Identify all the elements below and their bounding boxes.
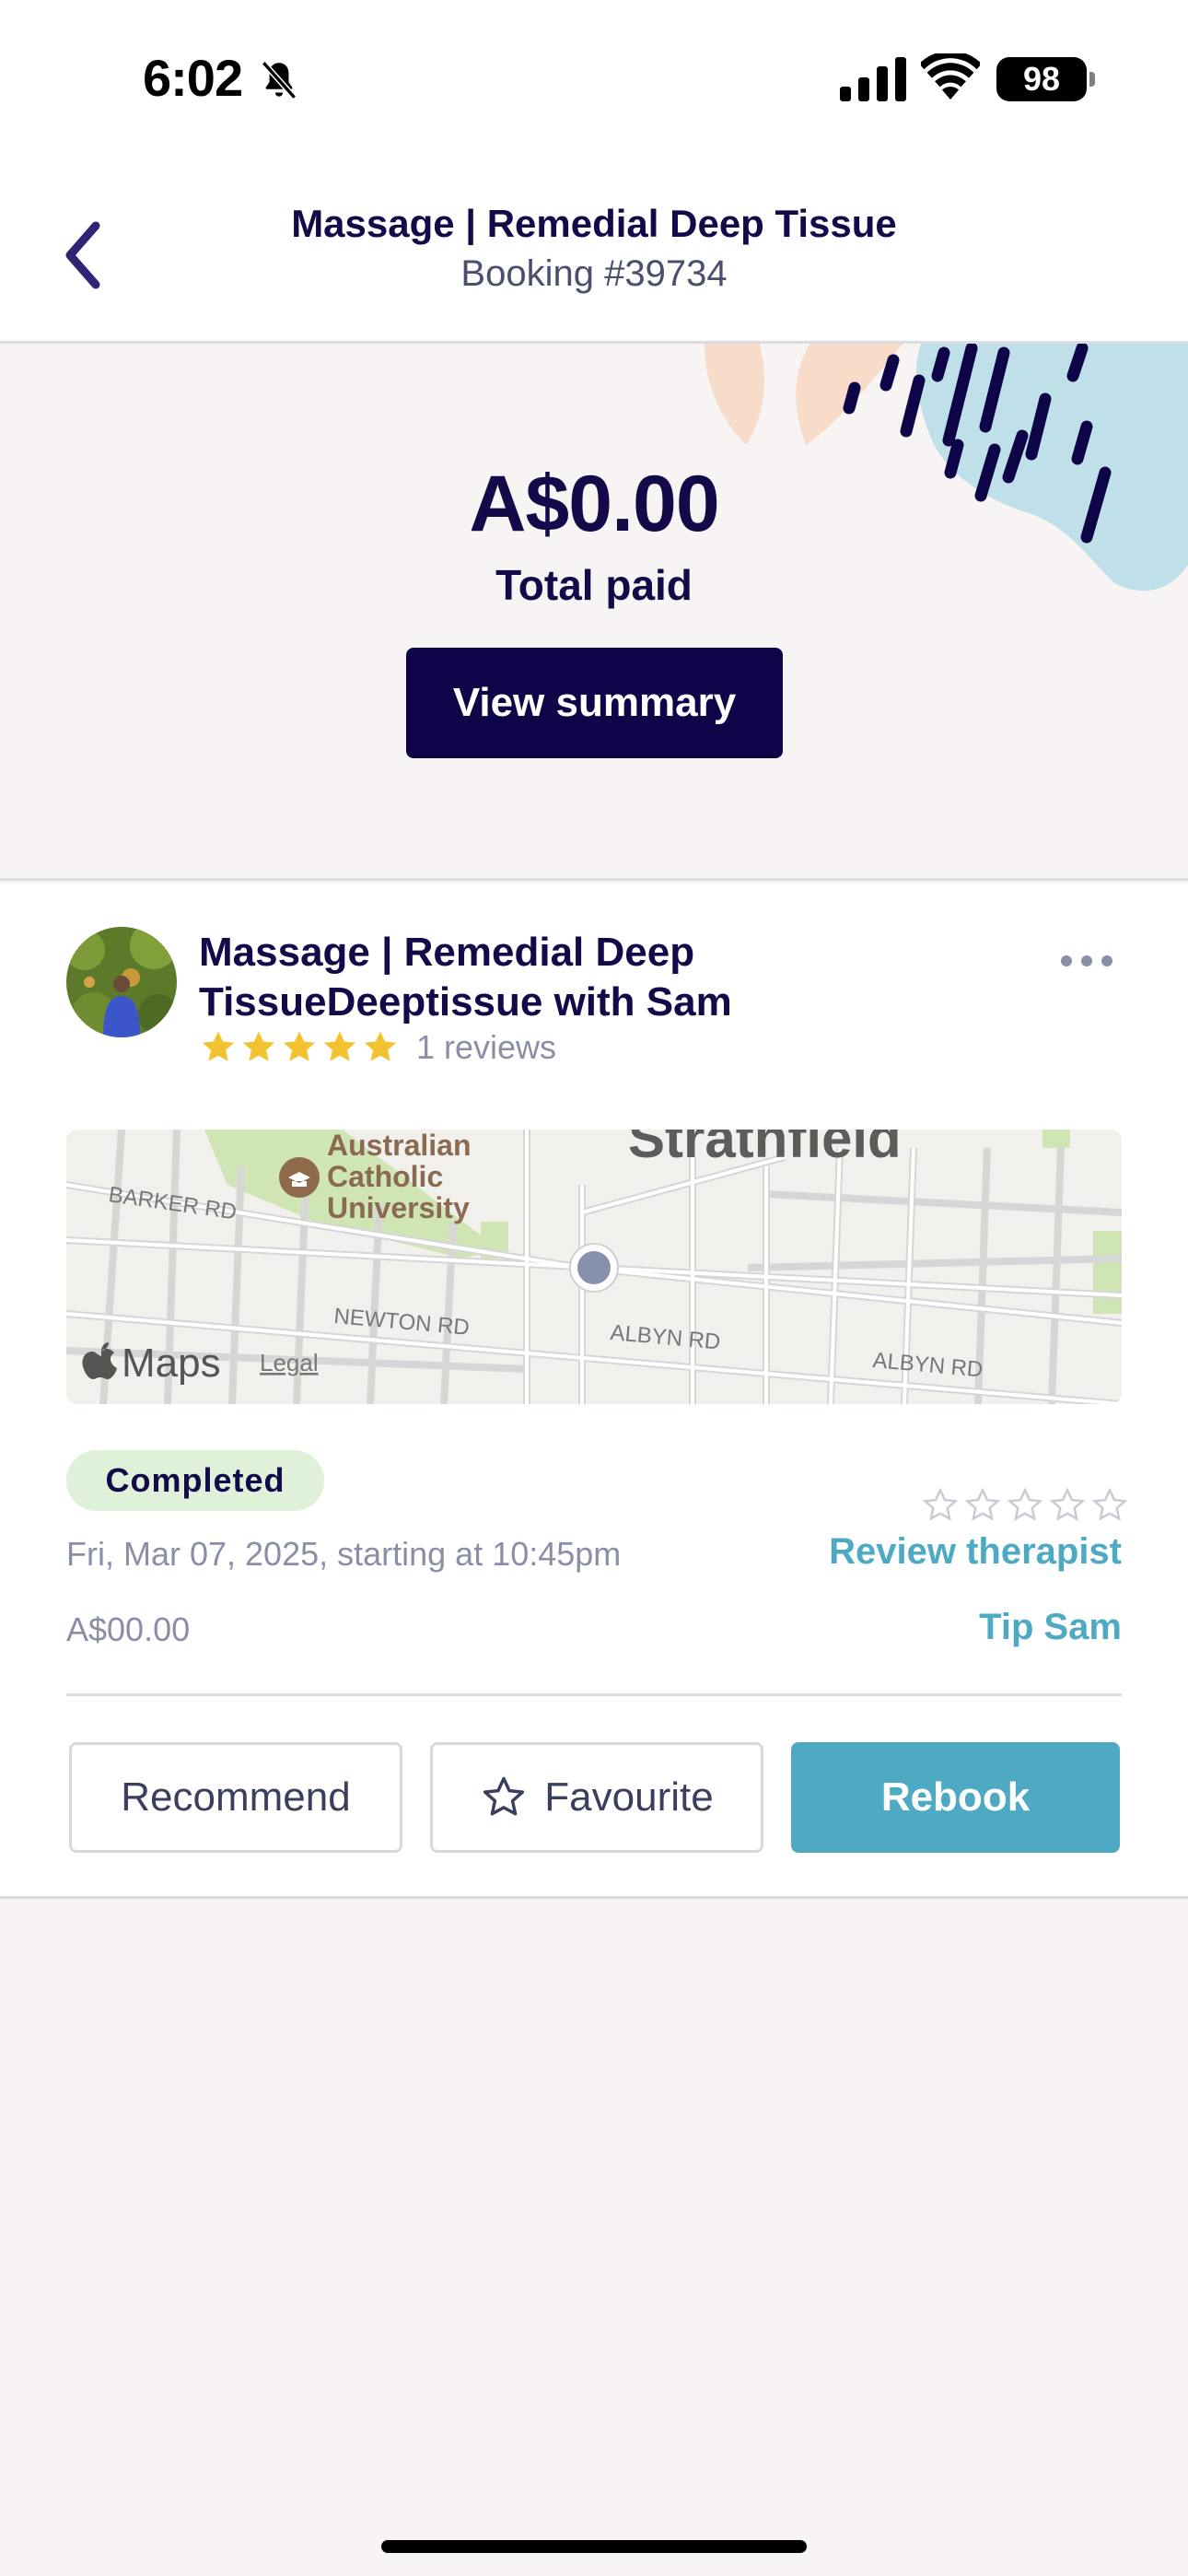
recommend-button[interactable]: Recommend bbox=[69, 1742, 402, 1853]
star-outline-icon[interactable] bbox=[921, 1486, 960, 1525]
rating-stars bbox=[199, 1027, 400, 1068]
tip-therapist-link[interactable]: Tip Sam bbox=[979, 1607, 1122, 1648]
map-suburb-label: Strathfield bbox=[628, 1130, 902, 1169]
nav-header: Massage | Remedial Deep Tissue Booking #… bbox=[0, 161, 1188, 344]
status-badge: Completed bbox=[66, 1450, 324, 1511]
review-therapist-link[interactable]: Review therapist bbox=[829, 1531, 1122, 1573]
cellular-signal-icon bbox=[840, 57, 906, 101]
silent-bell-icon bbox=[261, 61, 297, 100]
star-filled-icon bbox=[202, 1031, 235, 1061]
page-title: Massage | Remedial Deep Tissue bbox=[291, 202, 897, 245]
favourite-label: Favourite bbox=[544, 1774, 714, 1820]
more-options-icon[interactable] bbox=[1057, 950, 1116, 972]
recommend-label: Recommend bbox=[121, 1774, 351, 1820]
star-filled-icon bbox=[323, 1031, 356, 1061]
divider bbox=[66, 1693, 1122, 1696]
battery-indicator: 98 bbox=[996, 57, 1095, 101]
star-outline-icon[interactable] bbox=[1090, 1486, 1129, 1525]
booking-datetime: Fri, Mar 07, 2025, starting at 10:45pm bbox=[66, 1535, 622, 1573]
map-poi-label: University bbox=[327, 1191, 470, 1224]
booking-card: Massage | Remedial Deep TissueDeeptissue… bbox=[0, 884, 1188, 1899]
star-outline-icon[interactable] bbox=[1006, 1486, 1044, 1525]
favourite-button[interactable]: Favourite bbox=[430, 1742, 763, 1853]
star-filled-icon bbox=[364, 1031, 397, 1061]
star-outline-icon[interactable] bbox=[1048, 1486, 1087, 1525]
location-map[interactable]: Australian Catholic University Strathfie… bbox=[66, 1130, 1122, 1404]
map-legal-link[interactable]: Legal bbox=[260, 1349, 319, 1376]
home-indicator[interactable] bbox=[381, 2540, 807, 2553]
service-title: Massage | Remedial Deep TissueDeeptissue… bbox=[199, 930, 732, 1025]
wifi-icon bbox=[921, 53, 980, 100]
status-time: 6:02 bbox=[143, 49, 243, 107]
star-filled-icon bbox=[283, 1031, 316, 1061]
star-outline-icon bbox=[483, 1776, 525, 1816]
review-rating-input[interactable] bbox=[921, 1486, 1129, 1525]
therapist-avatar[interactable] bbox=[66, 927, 177, 1037]
view-summary-button[interactable]: View summary bbox=[406, 648, 783, 758]
map-poi-label: Catholic bbox=[327, 1160, 443, 1193]
booking-price: A$00.00 bbox=[66, 1610, 191, 1648]
reviews-count[interactable]: 1 reviews bbox=[416, 1027, 556, 1068]
payment-summary: A$0.00 Total paid View summary bbox=[0, 344, 1188, 881]
rebook-button[interactable]: Rebook bbox=[791, 1742, 1120, 1853]
star-filled-icon bbox=[242, 1031, 275, 1061]
total-paid-label: Total paid bbox=[495, 561, 693, 609]
maps-brand: Maps bbox=[122, 1341, 221, 1386]
booking-number: Booking #39734 bbox=[460, 253, 728, 294]
total-amount: A$0.00 bbox=[469, 460, 719, 548]
star-outline-icon[interactable] bbox=[963, 1486, 1002, 1525]
map-poi-label: Australian bbox=[327, 1130, 471, 1162]
status-bar: 6:02 98 bbox=[0, 0, 1188, 161]
